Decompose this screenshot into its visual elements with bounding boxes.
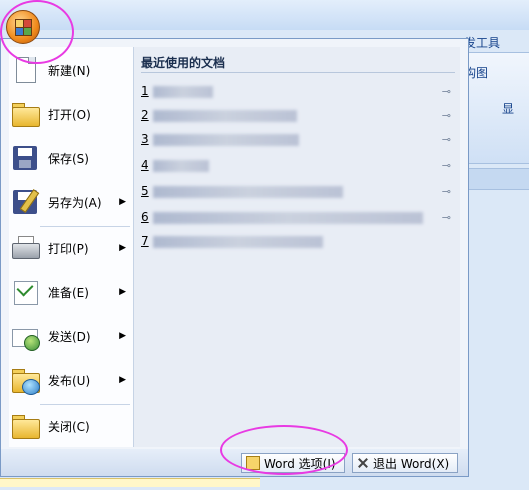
recent-document-item[interactable]: 6 ⊸ — [141, 208, 457, 228]
menu-item-label: 新建(N) — [48, 63, 91, 78]
ribbon-tab-developer[interactable]: 发工具 — [464, 34, 500, 51]
menu-item-label: 打印(P) — [48, 241, 89, 256]
annotation-circle-office-button — [0, 0, 74, 64]
menu-item-label: 准备(E) — [48, 285, 89, 300]
ribbon-button-label[interactable]: 显 — [502, 100, 514, 117]
printer-icon — [10, 233, 40, 263]
menu-item-close[interactable]: 关闭(C) — [10, 406, 130, 446]
recent-document-item[interactable]: 1 ⊸ — [141, 82, 457, 102]
pin-icon[interactable]: ⊸ — [442, 159, 451, 172]
recent-document-number: 7 — [141, 234, 149, 248]
pin-icon[interactable]: ⊸ — [442, 85, 451, 98]
recent-document-name-redacted — [153, 186, 343, 198]
menu-item-label: 发送(D) — [48, 329, 91, 344]
save-as-icon — [10, 187, 40, 217]
exit-word-button[interactable]: 退出 Word(X) — [352, 453, 458, 473]
recent-document-number: 2 — [141, 108, 149, 122]
close-folder-icon — [10, 411, 40, 441]
recent-document-number: 3 — [141, 132, 149, 146]
menu-separator — [40, 404, 130, 405]
ribbon-group-footer — [464, 168, 529, 190]
recent-documents-title: 最近使用的文档 — [141, 56, 226, 70]
submenu-arrow-icon: ▶ — [119, 287, 126, 297]
menu-separator — [40, 226, 130, 227]
menu-item-prepare[interactable]: 准备(E) ▶ — [10, 272, 130, 312]
submenu-arrow-icon: ▶ — [119, 243, 126, 253]
menu-item-publish[interactable]: 发布(U) ▶ — [10, 360, 130, 400]
recent-document-item[interactable]: 3 ⊸ — [141, 130, 457, 150]
submenu-arrow-icon: ▶ — [119, 375, 126, 385]
recent-document-number: 4 — [141, 158, 149, 172]
menu-item-label: 关闭(C) — [48, 419, 90, 434]
menu-item-save-as[interactable]: 另存为(A) ▶ — [10, 182, 130, 222]
save-icon — [10, 143, 40, 173]
menu-item-label: 打开(O) — [48, 107, 91, 122]
recent-document-number: 6 — [141, 210, 149, 224]
exit-word-label: 退出 Word(X) — [373, 456, 450, 471]
menu-item-label: 发布(U) — [48, 373, 91, 388]
menu-item-label: 保存(S) — [48, 151, 89, 166]
recent-document-name-redacted — [153, 212, 423, 224]
recent-document-item[interactable]: 4 ⊸ — [141, 156, 457, 176]
recent-documents-divider — [141, 72, 455, 73]
menu-item-open[interactable]: 打开(O) — [10, 94, 130, 134]
window-title-bar — [0, 0, 529, 31]
recent-document-number: 1 — [141, 84, 149, 98]
annotation-circle-word-options — [220, 425, 348, 475]
recent-document-name-redacted — [153, 160, 209, 172]
recent-document-item[interactable]: 7 — [141, 232, 457, 252]
send-icon — [10, 321, 40, 351]
pin-icon[interactable]: ⊸ — [442, 211, 451, 224]
pin-icon[interactable]: ⊸ — [442, 133, 451, 146]
open-folder-icon — [10, 99, 40, 129]
pin-icon[interactable]: ⊸ — [442, 185, 451, 198]
recent-document-name-redacted — [153, 236, 323, 248]
recent-document-name-redacted — [153, 110, 297, 122]
recent-document-item[interactable]: 5 ⊸ — [141, 182, 457, 202]
menu-item-label: 另存为(A) — [48, 195, 102, 210]
recent-document-number: 5 — [141, 184, 149, 198]
recent-document-name-redacted — [153, 86, 213, 98]
recent-document-name-redacted — [153, 134, 299, 146]
publish-icon — [10, 365, 40, 395]
prepare-icon — [10, 277, 40, 307]
submenu-arrow-icon: ▶ — [119, 197, 126, 207]
pin-icon[interactable]: ⊸ — [442, 109, 451, 122]
menu-item-send[interactable]: 发送(D) ▶ — [10, 316, 130, 356]
close-icon — [357, 457, 369, 469]
menu-item-print[interactable]: 打印(P) ▶ — [10, 228, 130, 268]
recent-document-item[interactable]: 2 ⊸ — [141, 106, 457, 126]
submenu-arrow-icon: ▶ — [119, 331, 126, 341]
menu-item-save[interactable]: 保存(S) — [10, 138, 130, 178]
